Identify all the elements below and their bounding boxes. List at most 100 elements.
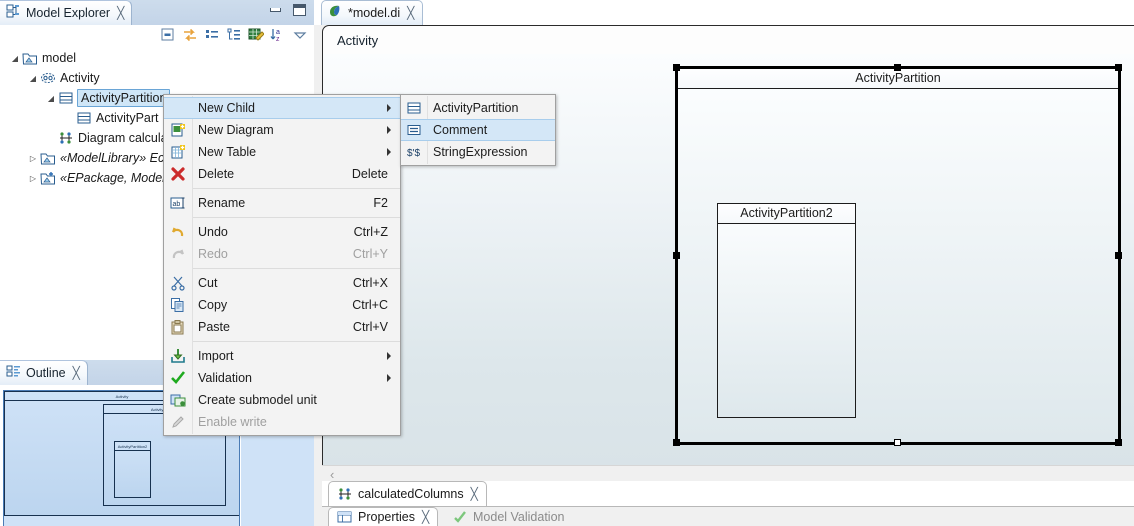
scroll-left-icon[interactable]: ‹ — [330, 467, 334, 482]
properties-tab-label: Model Validation — [473, 509, 565, 524]
close-icon[interactable]: ╳ — [422, 511, 429, 523]
menu-item-cut[interactable]: Cut Ctrl+X — [164, 272, 400, 294]
menu-item-label: Paste — [198, 320, 230, 334]
tree-item-label: model — [42, 51, 77, 65]
resize-handle[interactable] — [673, 439, 680, 446]
context-menu[interactable]: New Child New Diagram New Table Delete Delet… — [163, 94, 401, 436]
editor-page-tab-label: calculatedColumns — [358, 487, 464, 501]
tab-model-explorer[interactable]: Model Explorer ╳ — [0, 0, 133, 25]
chevron-expanded-icon[interactable]: ◢ — [8, 54, 22, 63]
menu-item-delete[interactable]: Delete Delete — [164, 163, 400, 185]
resize-handle[interactable] — [894, 439, 901, 446]
tree-item-model[interactable]: ◢ model — [0, 48, 314, 68]
menu-separator — [193, 217, 400, 218]
chevron-collapsed-icon[interactable]: ▷ — [26, 174, 40, 183]
resize-handle[interactable] — [673, 251, 680, 259]
editor-page-tabbar: calculatedColumns ╳ — [322, 481, 1134, 507]
editor-page-tab-calculatedcolumns[interactable]: calculatedColumns ╳ — [328, 481, 487, 506]
properties-tab-model-validation[interactable]: Model Validation — [444, 507, 573, 526]
view-menu-icon[interactable] — [292, 27, 308, 43]
papyrus-icon — [328, 4, 343, 22]
chevron-right-icon — [387, 352, 391, 360]
resize-handle[interactable] — [673, 64, 680, 71]
svg-text:a: a — [276, 29, 280, 36]
menu-item-accelerator: Ctrl+Z — [353, 225, 388, 239]
activity-partition-inner[interactable]: ActivityPartition2 — [717, 203, 856, 418]
chevron-collapsed-icon[interactable]: ▷ — [26, 154, 40, 163]
menu-item-label: Undo — [198, 225, 228, 239]
close-icon[interactable]: ╳ — [117, 7, 124, 19]
submenu-item-activitypartition[interactable]: ActivityPartition — [401, 97, 555, 119]
activity-partition-icon — [401, 97, 427, 119]
model-explorer-tabbar: Model Explorer ╳ — [0, 0, 314, 25]
tab-model-di[interactable]: *model.di ╳ — [321, 0, 424, 25]
link-with-editor-icon[interactable] — [182, 27, 198, 43]
menu-item-new-diagram[interactable]: New Diagram — [164, 119, 400, 141]
tab-outline[interactable]: Outline ╳ — [0, 360, 88, 385]
resize-handle[interactable] — [894, 64, 901, 71]
menu-item-accelerator: Ctrl+Y — [352, 247, 388, 261]
tree-item-label: Activity — [60, 71, 100, 85]
new-table-icon — [164, 141, 192, 163]
collapse-all-icon[interactable] — [160, 27, 176, 43]
validation-icon — [452, 509, 468, 525]
minimize-button[interactable] — [270, 8, 281, 12]
properties-tab-label: Properties — [358, 510, 415, 524]
menu-item-rename[interactable]: ab Rename F2 — [164, 192, 400, 214]
svg-text:$'$: $'$ — [407, 148, 420, 159]
menu-item-new-table[interactable]: New Table — [164, 141, 400, 163]
menu-item-enable-write[interactable]: Enable write — [164, 411, 400, 433]
menu-item-label: New Diagram — [198, 123, 274, 137]
outline-mini-label: ActivityPartition2 — [115, 442, 150, 451]
menu-item-accelerator: F2 — [373, 196, 388, 210]
svg-text:ab: ab — [173, 201, 181, 208]
close-icon[interactable]: ╳ — [73, 367, 80, 379]
close-icon[interactable]: ╳ — [407, 7, 414, 19]
cut-icon — [164, 272, 192, 294]
close-icon[interactable]: ╳ — [471, 488, 478, 500]
editor-area: *model.di ╳ Activity ActivityPartition Ac… — [314, 0, 1134, 526]
redo-icon — [164, 243, 192, 265]
resize-handle[interactable] — [1115, 251, 1122, 259]
tab-outline-label: Outline — [26, 366, 66, 380]
menu-item-copy[interactable]: Copy Ctrl+C — [164, 294, 400, 316]
menu-item-import[interactable]: Import — [164, 345, 400, 367]
menu-item-validation[interactable]: Validation — [164, 367, 400, 389]
context-submenu-new-child[interactable]: ActivityPartition Comment $'$ StringExpress… — [400, 94, 556, 166]
string-expression-icon: $'$ — [401, 141, 427, 163]
tree-item-activity[interactable]: ◢ Activity — [0, 68, 314, 88]
show-list-icon[interactable] — [204, 27, 220, 43]
chevron-expanded-icon[interactable]: ◢ — [44, 94, 58, 103]
chevron-right-icon — [387, 104, 391, 112]
eclipse-papyrus-window: Model Explorer ╳ a z ◢ model ◢ Activity … — [0, 0, 1134, 526]
menu-item-new-child[interactable]: New Child — [164, 97, 400, 119]
menu-item-redo[interactable]: Redo Ctrl+Y — [164, 243, 400, 265]
resize-handle[interactable] — [1115, 64, 1122, 71]
properties-tab-properties[interactable]: Properties ╳ — [328, 507, 439, 526]
menu-item-label: Copy — [198, 298, 228, 312]
submodel-icon — [164, 389, 192, 411]
show-tree-icon[interactable] — [226, 27, 242, 43]
chevron-expanded-icon[interactable]: ◢ — [26, 74, 40, 83]
svg-text:z: z — [276, 36, 280, 43]
table-edit-icon[interactable] — [248, 27, 265, 43]
tab-model-di-label: *model.di — [348, 6, 401, 20]
menu-item-create-submodel-unit[interactable]: Create submodel unit — [164, 389, 400, 411]
menu-item-undo[interactable]: Undo Ctrl+Z — [164, 221, 400, 243]
submenu-item-stringexpression[interactable]: $'$ StringExpression — [401, 141, 555, 163]
submenu-item-comment[interactable]: Comment — [401, 119, 555, 141]
menu-item-no-icon — [164, 97, 192, 119]
epackage-icon — [40, 170, 57, 186]
view-window-buttons — [270, 4, 306, 16]
properties-tabbar: Properties ╳ Model Validation — [322, 507, 1134, 526]
menu-item-accelerator: Ctrl+C — [352, 298, 388, 312]
menu-item-label: Import — [198, 349, 234, 363]
submenu-item-label: ActivityPartition — [433, 101, 519, 115]
diagram-title-label: Activity — [337, 33, 379, 48]
maximize-button[interactable] — [293, 4, 306, 16]
menu-item-paste[interactable]: Paste Ctrl+V — [164, 316, 400, 338]
sort-az-icon[interactable]: a z — [270, 27, 286, 43]
menu-item-accelerator: Ctrl+X — [352, 276, 388, 290]
menu-separator — [193, 341, 400, 342]
resize-handle[interactable] — [1115, 439, 1122, 446]
